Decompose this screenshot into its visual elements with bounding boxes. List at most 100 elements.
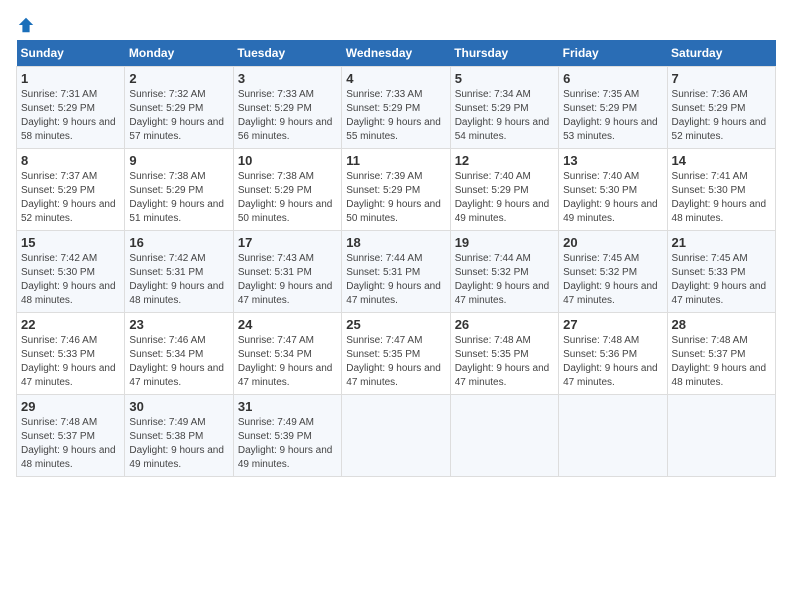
day-number: 12 (455, 153, 554, 168)
calendar-day-cell: 4 Sunrise: 7:33 AM Sunset: 5:29 PM Dayli… (342, 67, 450, 149)
day-number: 9 (129, 153, 228, 168)
calendar-day-cell: 26 Sunrise: 7:48 AM Sunset: 5:35 PM Dayl… (450, 313, 558, 395)
day-info: Sunrise: 7:38 AM Sunset: 5:29 PM Dayligh… (129, 170, 228, 226)
calendar-day-cell: 15 Sunrise: 7:42 AM Sunset: 5:30 PM Dayl… (17, 231, 125, 313)
calendar-day-cell: 25 Sunrise: 7:47 AM Sunset: 5:35 PM Dayl… (342, 313, 450, 395)
day-info: Sunrise: 7:32 AM Sunset: 5:29 PM Dayligh… (129, 88, 228, 144)
day-info: Sunrise: 7:33 AM Sunset: 5:29 PM Dayligh… (238, 88, 337, 144)
day-number: 18 (346, 235, 445, 250)
calendar-day-cell: 23 Sunrise: 7:46 AM Sunset: 5:34 PM Dayl… (125, 313, 233, 395)
calendar-day-cell: 27 Sunrise: 7:48 AM Sunset: 5:36 PM Dayl… (559, 313, 667, 395)
day-info: Sunrise: 7:45 AM Sunset: 5:32 PM Dayligh… (563, 252, 662, 308)
day-info: Sunrise: 7:34 AM Sunset: 5:29 PM Dayligh… (455, 88, 554, 144)
day-info: Sunrise: 7:48 AM Sunset: 5:37 PM Dayligh… (672, 334, 771, 390)
day-info: Sunrise: 7:49 AM Sunset: 5:38 PM Dayligh… (129, 416, 228, 472)
day-info: Sunrise: 7:47 AM Sunset: 5:35 PM Dayligh… (346, 334, 445, 390)
day-info: Sunrise: 7:49 AM Sunset: 5:39 PM Dayligh… (238, 416, 337, 472)
day-number: 7 (672, 71, 771, 86)
day-info: Sunrise: 7:33 AM Sunset: 5:29 PM Dayligh… (346, 88, 445, 144)
day-number: 15 (21, 235, 120, 250)
day-info: Sunrise: 7:48 AM Sunset: 5:37 PM Dayligh… (21, 416, 120, 472)
day-number: 11 (346, 153, 445, 168)
weekday-header-tuesday: Tuesday (233, 40, 341, 67)
calendar-day-cell: 10 Sunrise: 7:38 AM Sunset: 5:29 PM Dayl… (233, 149, 341, 231)
calendar-day-cell: 19 Sunrise: 7:44 AM Sunset: 5:32 PM Dayl… (450, 231, 558, 313)
day-number: 19 (455, 235, 554, 250)
calendar-day-cell: 14 Sunrise: 7:41 AM Sunset: 5:30 PM Dayl… (667, 149, 775, 231)
day-info: Sunrise: 7:40 AM Sunset: 5:30 PM Dayligh… (563, 170, 662, 226)
day-number: 13 (563, 153, 662, 168)
calendar-week-row: 15 Sunrise: 7:42 AM Sunset: 5:30 PM Dayl… (17, 231, 776, 313)
calendar-day-cell: 18 Sunrise: 7:44 AM Sunset: 5:31 PM Dayl… (342, 231, 450, 313)
day-info: Sunrise: 7:44 AM Sunset: 5:31 PM Dayligh… (346, 252, 445, 308)
calendar-week-row: 29 Sunrise: 7:48 AM Sunset: 5:37 PM Dayl… (17, 395, 776, 477)
day-info: Sunrise: 7:42 AM Sunset: 5:30 PM Dayligh… (21, 252, 120, 308)
day-number: 25 (346, 317, 445, 332)
day-number: 24 (238, 317, 337, 332)
calendar-day-cell (342, 395, 450, 477)
day-number: 21 (672, 235, 771, 250)
calendar-day-cell: 22 Sunrise: 7:46 AM Sunset: 5:33 PM Dayl… (17, 313, 125, 395)
day-number: 23 (129, 317, 228, 332)
day-number: 20 (563, 235, 662, 250)
day-number: 27 (563, 317, 662, 332)
day-number: 31 (238, 399, 337, 414)
weekday-header-friday: Friday (559, 40, 667, 67)
day-info: Sunrise: 7:44 AM Sunset: 5:32 PM Dayligh… (455, 252, 554, 308)
calendar-day-cell: 20 Sunrise: 7:45 AM Sunset: 5:32 PM Dayl… (559, 231, 667, 313)
calendar-day-cell: 12 Sunrise: 7:40 AM Sunset: 5:29 PM Dayl… (450, 149, 558, 231)
calendar-day-cell: 16 Sunrise: 7:42 AM Sunset: 5:31 PM Dayl… (125, 231, 233, 313)
day-info: Sunrise: 7:48 AM Sunset: 5:36 PM Dayligh… (563, 334, 662, 390)
day-number: 26 (455, 317, 554, 332)
day-number: 16 (129, 235, 228, 250)
calendar-day-cell (450, 395, 558, 477)
calendar-day-cell: 5 Sunrise: 7:34 AM Sunset: 5:29 PM Dayli… (450, 67, 558, 149)
day-number: 3 (238, 71, 337, 86)
day-number: 8 (21, 153, 120, 168)
day-number: 10 (238, 153, 337, 168)
calendar-week-row: 22 Sunrise: 7:46 AM Sunset: 5:33 PM Dayl… (17, 313, 776, 395)
day-number: 29 (21, 399, 120, 414)
weekday-header-row: SundayMondayTuesdayWednesdayThursdayFrid… (17, 40, 776, 67)
weekday-header-wednesday: Wednesday (342, 40, 450, 67)
weekday-header-sunday: Sunday (17, 40, 125, 67)
day-number: 22 (21, 317, 120, 332)
day-info: Sunrise: 7:40 AM Sunset: 5:29 PM Dayligh… (455, 170, 554, 226)
day-info: Sunrise: 7:38 AM Sunset: 5:29 PM Dayligh… (238, 170, 337, 226)
calendar-week-row: 8 Sunrise: 7:37 AM Sunset: 5:29 PM Dayli… (17, 149, 776, 231)
day-info: Sunrise: 7:46 AM Sunset: 5:33 PM Dayligh… (21, 334, 120, 390)
page-header (16, 16, 776, 34)
day-info: Sunrise: 7:31 AM Sunset: 5:29 PM Dayligh… (21, 88, 120, 144)
calendar-day-cell: 8 Sunrise: 7:37 AM Sunset: 5:29 PM Dayli… (17, 149, 125, 231)
day-info: Sunrise: 7:37 AM Sunset: 5:29 PM Dayligh… (21, 170, 120, 226)
day-number: 28 (672, 317, 771, 332)
calendar-day-cell: 24 Sunrise: 7:47 AM Sunset: 5:34 PM Dayl… (233, 313, 341, 395)
weekday-header-thursday: Thursday (450, 40, 558, 67)
day-number: 4 (346, 71, 445, 86)
day-info: Sunrise: 7:41 AM Sunset: 5:30 PM Dayligh… (672, 170, 771, 226)
calendar-day-cell: 3 Sunrise: 7:33 AM Sunset: 5:29 PM Dayli… (233, 67, 341, 149)
calendar-day-cell (667, 395, 775, 477)
calendar-table: SundayMondayTuesdayWednesdayThursdayFrid… (16, 40, 776, 477)
calendar-day-cell: 30 Sunrise: 7:49 AM Sunset: 5:38 PM Dayl… (125, 395, 233, 477)
day-number: 14 (672, 153, 771, 168)
calendar-day-cell: 6 Sunrise: 7:35 AM Sunset: 5:29 PM Dayli… (559, 67, 667, 149)
logo-icon (17, 16, 35, 34)
calendar-day-cell: 29 Sunrise: 7:48 AM Sunset: 5:37 PM Dayl… (17, 395, 125, 477)
day-info: Sunrise: 7:46 AM Sunset: 5:34 PM Dayligh… (129, 334, 228, 390)
logo (16, 16, 35, 34)
day-number: 2 (129, 71, 228, 86)
calendar-day-cell: 31 Sunrise: 7:49 AM Sunset: 5:39 PM Dayl… (233, 395, 341, 477)
day-info: Sunrise: 7:35 AM Sunset: 5:29 PM Dayligh… (563, 88, 662, 144)
weekday-header-saturday: Saturday (667, 40, 775, 67)
day-info: Sunrise: 7:36 AM Sunset: 5:29 PM Dayligh… (672, 88, 771, 144)
calendar-day-cell: 28 Sunrise: 7:48 AM Sunset: 5:37 PM Dayl… (667, 313, 775, 395)
day-info: Sunrise: 7:39 AM Sunset: 5:29 PM Dayligh… (346, 170, 445, 226)
calendar-week-row: 1 Sunrise: 7:31 AM Sunset: 5:29 PM Dayli… (17, 67, 776, 149)
day-info: Sunrise: 7:43 AM Sunset: 5:31 PM Dayligh… (238, 252, 337, 308)
day-info: Sunrise: 7:42 AM Sunset: 5:31 PM Dayligh… (129, 252, 228, 308)
day-number: 17 (238, 235, 337, 250)
calendar-day-cell: 21 Sunrise: 7:45 AM Sunset: 5:33 PM Dayl… (667, 231, 775, 313)
day-number: 30 (129, 399, 228, 414)
calendar-day-cell: 11 Sunrise: 7:39 AM Sunset: 5:29 PM Dayl… (342, 149, 450, 231)
